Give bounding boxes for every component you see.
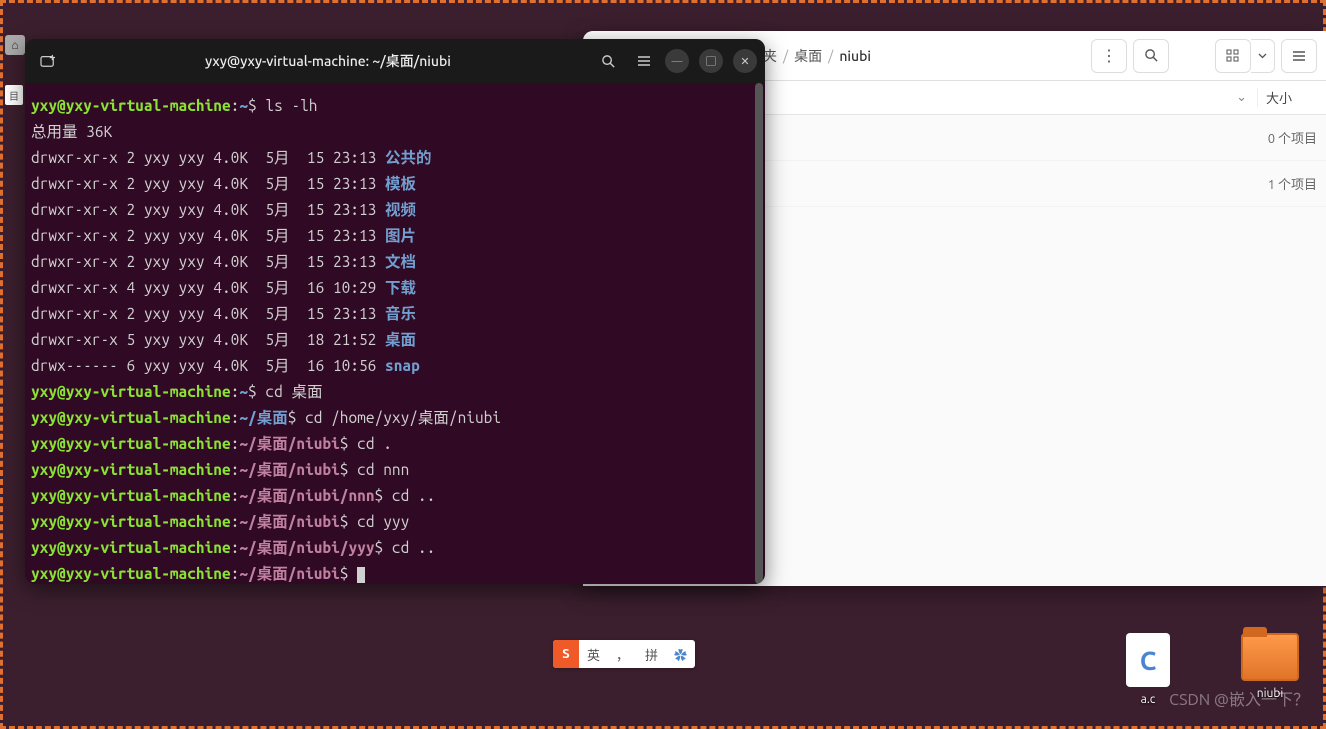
maximize-button[interactable]: □ xyxy=(699,49,723,73)
breadcrumb-sep: / xyxy=(783,48,788,64)
ime-settings-icon[interactable]: ✿ xyxy=(666,645,695,664)
terminal-output[interactable]: yxy@yxy-virtual-machine:~$ ls -lh 总用量 36… xyxy=(25,83,765,584)
close-button[interactable]: ✕ xyxy=(733,49,757,73)
terminal-menu-button[interactable] xyxy=(629,46,659,76)
ime-sep: ， xyxy=(608,645,637,664)
desktop-file-c[interactable]: C a.c xyxy=(1113,633,1183,706)
c-file-icon: C xyxy=(1126,633,1170,687)
terminal-titlebar: yxy@yxy-virtual-machine: ~/桌面/niubi ─ □ … xyxy=(25,39,765,83)
sort-indicator-icon: ⌄ xyxy=(1236,90,1247,105)
minimize-button[interactable]: ─ xyxy=(665,49,689,73)
desktop-label: a.c xyxy=(1141,693,1156,706)
breadcrumb-current[interactable]: niubi xyxy=(839,48,871,64)
desktop-folder-niubi[interactable]: niubi xyxy=(1235,633,1305,706)
file-size: 0 个项目 xyxy=(1268,128,1317,147)
desktop-label: niubi xyxy=(1257,687,1284,700)
search-button[interactable] xyxy=(1133,39,1169,73)
breadcrumb-part[interactable]: 夹 xyxy=(763,46,777,66)
hamburger-icon xyxy=(1292,50,1306,62)
view-grid-button[interactable] xyxy=(1215,39,1251,73)
ime-toolbar[interactable]: S 英 ， 拼 ✿ xyxy=(553,640,695,668)
dock-doc-icon[interactable]: 目 xyxy=(5,85,23,105)
grid-icon xyxy=(1226,49,1240,63)
folder-icon xyxy=(1241,633,1299,681)
new-tab-button[interactable] xyxy=(33,46,63,76)
column-size[interactable]: 大小 xyxy=(1257,88,1326,107)
breadcrumb[interactable]: 夹 / 桌面 / niubi xyxy=(763,46,871,66)
terminal-search-button[interactable] xyxy=(593,46,623,76)
breadcrumb-part[interactable]: 桌面 xyxy=(794,46,822,66)
hamburger-icon xyxy=(637,55,651,67)
search-icon xyxy=(601,54,616,69)
search-icon xyxy=(1144,48,1159,63)
file-size: 1 个项目 xyxy=(1268,174,1317,193)
terminal-window: yxy@yxy-virtual-machine: ~/桌面/niubi ─ □ … xyxy=(25,39,765,584)
ime-lang[interactable]: 英 xyxy=(579,645,608,664)
chevron-down-icon xyxy=(1258,53,1267,59)
hamburger-button[interactable] xyxy=(1281,39,1317,73)
view-dropdown-button[interactable] xyxy=(1251,39,1275,73)
desktop-icons: C a.c niubi xyxy=(1113,633,1305,706)
scrollbar[interactable] xyxy=(755,83,763,584)
ime-logo-icon: S xyxy=(553,640,579,668)
menu-button[interactable]: ⋮ xyxy=(1091,39,1127,73)
tab-icon xyxy=(40,54,56,68)
terminal-title: yxy@yxy-virtual-machine: ~/桌面/niubi xyxy=(69,51,587,71)
dock-home-icon[interactable]: ⌂ xyxy=(5,35,25,55)
ime-mode[interactable]: 拼 xyxy=(637,645,666,664)
breadcrumb-sep: / xyxy=(828,48,833,64)
